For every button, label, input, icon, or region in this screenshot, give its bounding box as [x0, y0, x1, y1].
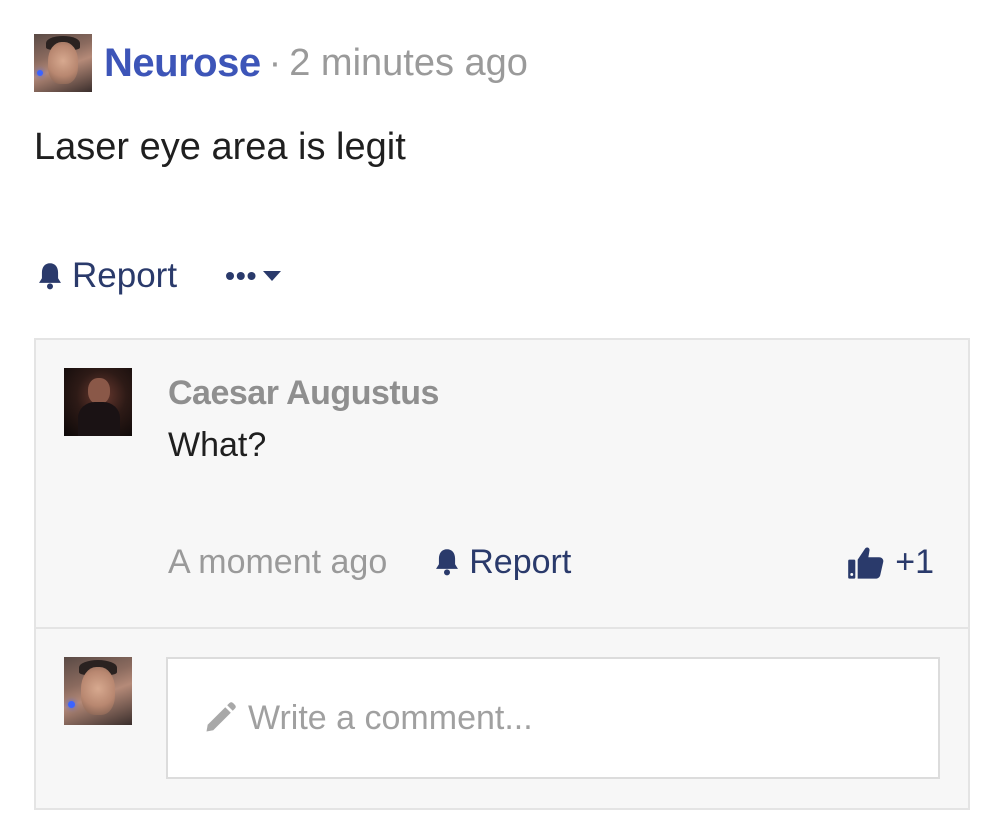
more-dots-icon: ••• [225, 260, 258, 291]
reply-meta: A moment ago Report [168, 542, 571, 582]
author-avatar[interactable] [34, 34, 92, 92]
comment-placeholder: Write a comment... [248, 698, 533, 737]
reply-report-label: Report [469, 542, 572, 581]
bell-icon [39, 263, 61, 290]
reply-author-name[interactable]: Caesar Augustus [168, 374, 439, 413]
reply-text: What? [168, 426, 267, 464]
thumbs-up-icon [848, 547, 884, 579]
caret-down-icon [263, 271, 282, 281]
replies-panel: Caesar Augustus What? A moment ago Repor… [34, 338, 970, 810]
post-header: Neurose · 2 minutes ago [34, 34, 528, 92]
bell-icon [436, 549, 459, 576]
report-label: Report [72, 256, 178, 295]
meta-separator: · [268, 41, 282, 84]
post-actions: Report ••• [36, 254, 282, 298]
like-count: +1 [895, 542, 934, 581]
author-name[interactable]: Neurose [104, 41, 261, 86]
comment-input[interactable]: Write a comment... [166, 657, 940, 779]
more-options-button[interactable]: ••• [225, 260, 282, 292]
pencil-icon [206, 702, 236, 732]
like-button[interactable]: +1 [847, 542, 934, 582]
current-user-avatar [64, 657, 132, 725]
reply-author-avatar[interactable] [64, 368, 132, 436]
post-timestamp: 2 minutes ago [289, 41, 528, 84]
report-button[interactable]: Report [36, 256, 177, 296]
post-body-text: Laser eye area is legit [34, 126, 406, 168]
reply-timestamp: A moment ago [168, 542, 388, 581]
reply-item: Caesar Augustus What? A moment ago Repor… [36, 340, 968, 629]
reply-report-button[interactable]: Report [433, 543, 571, 582]
comment-composer: Write a comment... [36, 629, 968, 808]
